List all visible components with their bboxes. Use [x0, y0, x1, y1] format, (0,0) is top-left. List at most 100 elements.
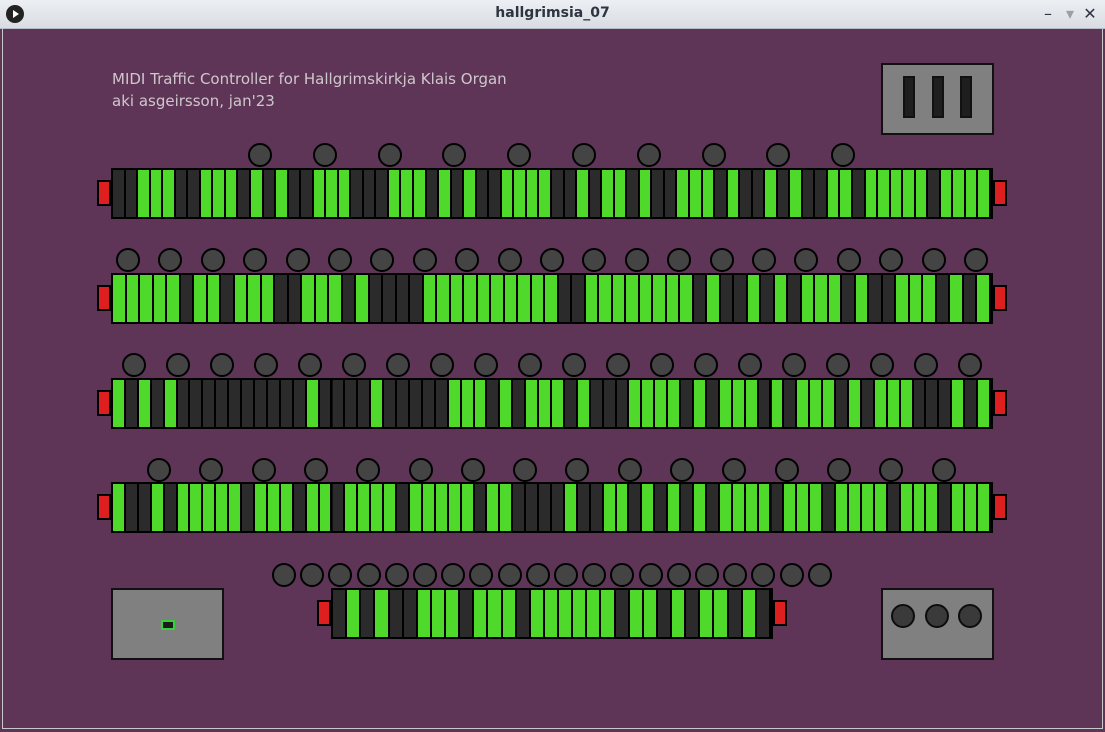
key-15[interactable] — [288, 170, 302, 217]
rank-3-stop-knob[interactable] — [166, 353, 190, 377]
key-20[interactable] — [358, 380, 372, 427]
rank-5-stop-knob[interactable] — [638, 563, 663, 587]
key-30[interactable] — [487, 484, 501, 531]
rank-2-stop-knob[interactable] — [116, 248, 140, 272]
rank-4-stop-knob[interactable] — [670, 458, 694, 482]
rank-5-stop-knob[interactable] — [582, 563, 607, 587]
key-29[interactable] — [491, 275, 505, 322]
rank-1-left-cap[interactable] — [97, 180, 111, 206]
key-39[interactable] — [626, 275, 640, 322]
key-66[interactable] — [952, 380, 966, 427]
knob-1[interactable] — [891, 604, 915, 628]
key-68[interactable] — [978, 484, 991, 531]
rank-3-stop-knob[interactable] — [738, 353, 762, 377]
key-69[interactable] — [965, 170, 979, 217]
rank-1-stop-knob[interactable] — [572, 143, 596, 167]
rank-5-stop-knob[interactable] — [525, 563, 550, 587]
key-19[interactable] — [345, 380, 359, 427]
key-64[interactable] — [926, 484, 940, 531]
keyboard-rank-5[interactable] — [331, 588, 773, 639]
key-8[interactable] — [203, 484, 217, 531]
key-6[interactable] — [177, 380, 191, 427]
key-23[interactable] — [643, 590, 658, 637]
key-50[interactable] — [727, 170, 741, 217]
key-13[interactable] — [267, 484, 281, 531]
key-28[interactable] — [451, 170, 465, 217]
key-31[interactable] — [500, 484, 514, 531]
key-55[interactable] — [810, 484, 824, 531]
key-40[interactable] — [616, 380, 630, 427]
rank-2-stop-knob[interactable] — [836, 248, 861, 272]
key-25[interactable] — [422, 380, 436, 427]
rank-4-stop-knob[interactable] — [617, 458, 642, 482]
rank-5-stop-knob[interactable] — [554, 563, 578, 587]
rank-2-left-cap[interactable] — [97, 285, 111, 311]
key-21[interactable] — [371, 380, 385, 427]
key-52[interactable] — [801, 275, 816, 322]
key-59[interactable] — [840, 170, 854, 217]
key-10[interactable] — [229, 484, 243, 531]
key-58[interactable] — [848, 484, 862, 531]
key-15[interactable] — [293, 484, 307, 531]
key-51[interactable] — [740, 170, 753, 217]
keyboard-rank-1[interactable] — [111, 168, 993, 219]
key-39[interactable] — [589, 170, 603, 217]
key-13[interactable] — [275, 275, 289, 322]
key-22[interactable] — [376, 170, 389, 217]
knob-2[interactable] — [925, 604, 949, 628]
key-24[interactable] — [409, 484, 423, 531]
key-45[interactable] — [664, 170, 678, 217]
key-12[interactable] — [255, 380, 268, 427]
rank-4-stop-knob[interactable] — [460, 458, 485, 482]
rank-3-stop-knob[interactable] — [694, 353, 718, 377]
rank-3-stop-knob[interactable] — [826, 353, 850, 377]
key-5[interactable] — [389, 590, 404, 637]
key-10[interactable] — [460, 590, 475, 637]
key-63[interactable] — [890, 170, 904, 217]
key-12[interactable] — [261, 275, 276, 322]
key-3[interactable] — [138, 380, 152, 427]
rank-2-stop-knob[interactable] — [328, 248, 352, 272]
key-57[interactable] — [815, 170, 828, 217]
key-62[interactable] — [936, 275, 951, 322]
key-22[interactable] — [396, 275, 411, 322]
key-21[interactable] — [383, 275, 397, 322]
key-49[interactable] — [732, 484, 746, 531]
key-60[interactable] — [909, 275, 924, 322]
key-29[interactable] — [474, 380, 488, 427]
key-26[interactable] — [686, 590, 701, 637]
key-34[interactable] — [558, 275, 573, 322]
key-4[interactable] — [375, 590, 390, 637]
rank-1-stop-knob[interactable] — [377, 143, 402, 167]
key-63[interactable] — [950, 275, 964, 322]
key-61[interactable] — [887, 484, 901, 531]
key-53[interactable] — [815, 275, 829, 322]
key-18[interactable] — [326, 170, 339, 217]
rank-4-stop-knob[interactable] — [251, 458, 276, 482]
rank-5-stop-knob[interactable] — [695, 563, 719, 587]
key-20[interactable] — [369, 275, 384, 322]
key-28[interactable] — [461, 484, 475, 531]
rank-3-left-cap[interactable] — [97, 390, 111, 416]
rank-3-stop-knob[interactable] — [210, 353, 234, 377]
key-10[interactable] — [229, 380, 243, 427]
key-26[interactable] — [450, 275, 465, 322]
rank-4-stop-knob[interactable] — [303, 458, 328, 482]
key-34[interactable] — [539, 484, 552, 531]
key-12[interactable] — [250, 170, 264, 217]
key-6[interactable] — [175, 170, 189, 217]
key-5[interactable] — [164, 380, 178, 427]
key-8[interactable] — [431, 590, 447, 637]
key-24[interactable] — [657, 590, 673, 637]
key-27[interactable] — [448, 380, 462, 427]
key-31[interactable] — [500, 380, 514, 427]
key-14[interactable] — [516, 590, 531, 637]
key-32[interactable] — [531, 275, 546, 322]
rank-4-stop-knob[interactable] — [774, 458, 799, 482]
key-43[interactable] — [639, 170, 653, 217]
key-18[interactable] — [342, 275, 357, 322]
key-13[interactable] — [263, 170, 277, 217]
fader-3[interactable] — [960, 76, 972, 118]
key-44[interactable] — [652, 170, 665, 217]
key-16[interactable] — [544, 590, 560, 637]
